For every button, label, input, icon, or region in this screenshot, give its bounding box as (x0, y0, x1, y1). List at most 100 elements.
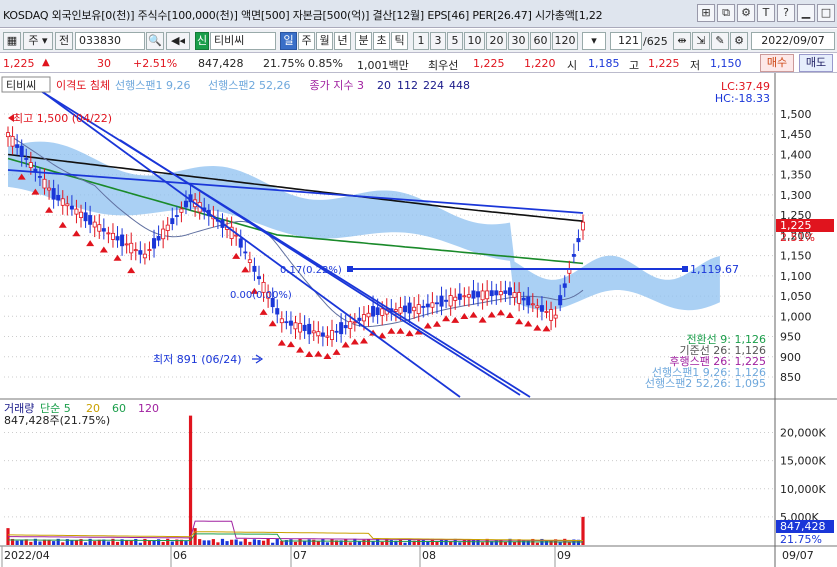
candle-body (407, 302, 412, 314)
minimize-icon[interactable]: ▁ (797, 4, 815, 22)
volume-bar (458, 542, 462, 545)
trend-line (39, 89, 461, 398)
volume-bar (362, 539, 366, 545)
draw-icon[interactable]: ✎ (711, 32, 729, 50)
oversold-marker (58, 221, 67, 228)
candle-body (375, 307, 380, 316)
minute-5[interactable]: 5 (447, 32, 463, 50)
volume-bar (115, 541, 120, 545)
oversold-marker (469, 311, 478, 318)
volume-bar (307, 539, 311, 545)
buy-button[interactable]: 매수 (760, 54, 794, 72)
minute-30[interactable]: 30 (508, 32, 529, 50)
oversold-marker (350, 338, 359, 345)
interval-dropdown[interactable]: ▾ (582, 32, 606, 50)
period-minute[interactable]: 분 (355, 32, 372, 50)
volume-bar (198, 539, 202, 545)
period-tick[interactable]: 틱 (391, 32, 408, 50)
candle-body (444, 299, 449, 302)
candle-body (60, 198, 65, 206)
minute-1[interactable]: 1 (413, 32, 429, 50)
period-month[interactable]: 월 (316, 32, 333, 50)
volume-bar (444, 539, 448, 545)
candle-body (24, 158, 29, 160)
legend-item: 224 (423, 79, 444, 92)
candle-body (448, 295, 453, 307)
volume-bar (325, 542, 330, 545)
settings-icon[interactable]: ⚙ (730, 32, 748, 50)
oversold-marker (515, 318, 524, 325)
oversold-marker (241, 266, 250, 273)
page-input[interactable]: 121 (610, 32, 642, 50)
candle-body (10, 136, 15, 147)
speaker-icon[interactable]: ◀◂ (166, 32, 190, 50)
volume-bar (29, 541, 33, 545)
volume-bar (403, 542, 407, 545)
date-field[interactable]: 2022/09/07 (751, 32, 835, 50)
period-year[interactable]: 년 (334, 32, 351, 50)
legend-item: 종가 지수 3 (310, 79, 364, 92)
volume-bar (439, 539, 444, 545)
text-icon[interactable]: T (757, 4, 775, 22)
candle-body (161, 228, 166, 240)
price-bar: 1,225 ▲ 30 +2.51% 847,428 21.75% 0.85% 1… (0, 53, 837, 73)
period-second[interactable]: 초 (373, 32, 390, 50)
candle-body (361, 314, 366, 322)
full-button[interactable]: 전 (55, 32, 73, 50)
volume-bar (211, 539, 215, 545)
sell-button[interactable]: 매도 (799, 54, 833, 72)
layout-icon[interactable]: ⊞ (697, 4, 715, 22)
zoom-icon[interactable]: ⇹ (673, 32, 691, 50)
search-icon[interactable]: 🔍 (146, 32, 164, 50)
candle-body (549, 309, 554, 321)
candle-body (430, 302, 435, 308)
menu-icon[interactable]: ▦ (3, 32, 21, 50)
minute-10[interactable]: 10 (464, 32, 485, 50)
volume-bar (371, 541, 375, 545)
candle-body (371, 306, 376, 317)
volume-bar (266, 538, 270, 545)
oversold-marker (277, 339, 286, 346)
candle-body (357, 317, 362, 321)
candle-body (517, 292, 522, 304)
oversold-marker (359, 337, 368, 344)
candle-body (47, 187, 52, 191)
current-pct-label: 2.51% (780, 231, 815, 244)
chart-area[interactable]: 1,5001,4501,4001,3501,3001,2501,2001,150… (0, 73, 837, 567)
candle-body (120, 234, 125, 247)
period-week[interactable]: 주 (298, 32, 315, 50)
volume-tick-label: 10,000K (780, 483, 826, 496)
code-input[interactable]: 033830 (75, 32, 145, 50)
compress-icon[interactable]: ⇲ (692, 32, 710, 50)
candle-body (19, 145, 24, 157)
y-tick-label: 1,150 (780, 250, 812, 263)
window-buttons: ⊞ ⧉ ⚙ T ? ▁ □ (697, 4, 835, 22)
minute-3[interactable]: 3 (430, 32, 446, 50)
candle-body (183, 200, 188, 208)
volume-bar (234, 539, 238, 545)
y-tick-label: 1,400 (780, 148, 812, 161)
minute-20[interactable]: 20 (486, 32, 507, 50)
volume-bar (147, 540, 152, 545)
oversold-marker (496, 309, 505, 316)
help-icon[interactable]: ? (777, 4, 795, 22)
y-tick-label: 1,100 (780, 270, 812, 283)
maximize-icon[interactable]: □ (817, 4, 835, 22)
volume-ratio: 0.85% (308, 57, 343, 70)
minute-60[interactable]: 60 (530, 32, 551, 50)
gear-icon[interactable]: ⚙ (737, 4, 755, 22)
volume-bar (344, 539, 348, 545)
support-handle (347, 266, 353, 272)
low-arrow-icon (252, 354, 264, 364)
legend-item: 선행스팬1 9,26 (115, 79, 190, 92)
period-day[interactable]: 일 (280, 32, 297, 50)
volume-bar (243, 538, 247, 545)
candle-body (434, 302, 439, 305)
candle-body (92, 221, 97, 228)
volume-bar (216, 542, 220, 545)
copy-icon[interactable]: ⧉ (717, 4, 735, 22)
candle-body (275, 308, 280, 315)
volume: 847,428 (198, 57, 244, 70)
mode-select[interactable]: 주 ▾ (23, 32, 53, 50)
minute-120[interactable]: 120 (552, 32, 578, 50)
